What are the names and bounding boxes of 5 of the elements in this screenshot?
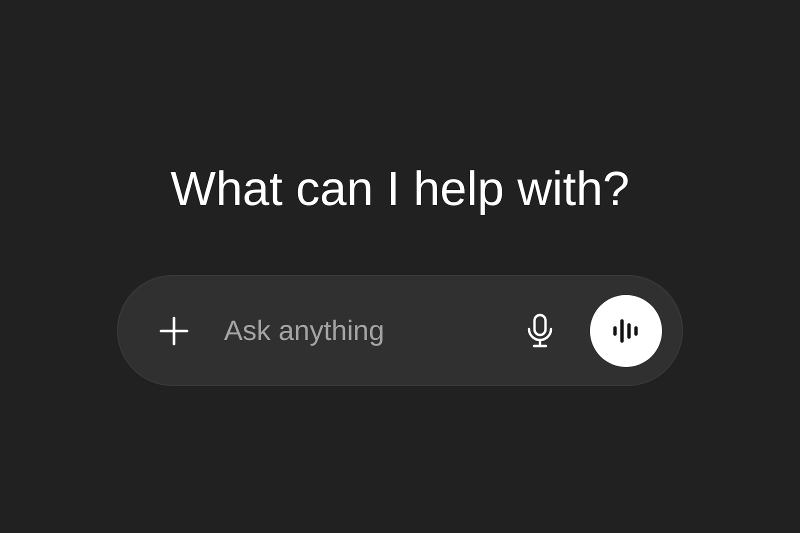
heading: What can I help with?: [170, 162, 630, 218]
plus-icon: [159, 316, 189, 346]
message-input[interactable]: Ask anything: [224, 310, 520, 352]
waveform-icon: [612, 316, 640, 344]
microphone-icon: [526, 312, 554, 348]
